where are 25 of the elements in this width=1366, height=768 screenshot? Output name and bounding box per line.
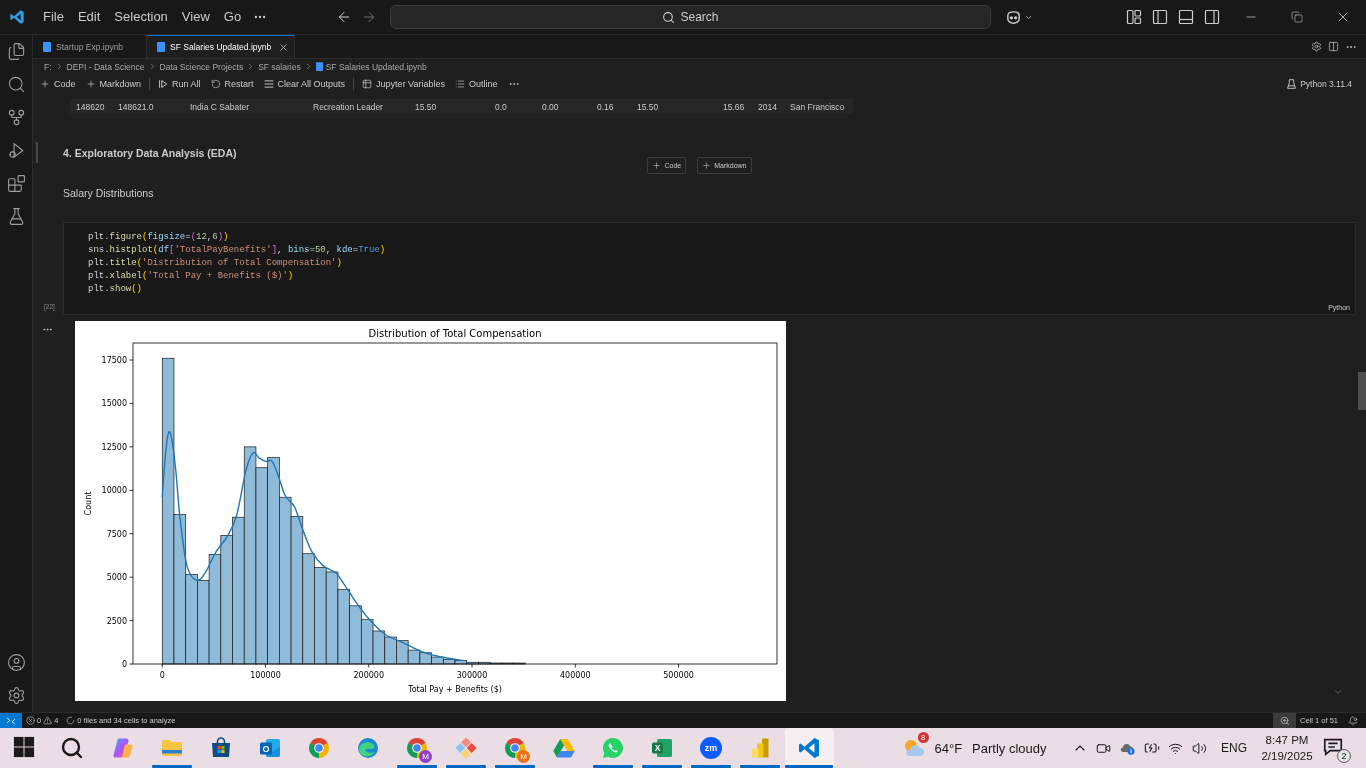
markdown-heading: 4. Exploratory Data Analysis (EDA)	[63, 146, 237, 159]
profile-badge: M	[517, 750, 530, 763]
code-line: plt.figure(figsize=(12,6))	[88, 231, 229, 244]
table-cell-text: 2014	[758, 101, 778, 112]
letter-circle-app-icon: zm	[699, 736, 723, 760]
notification-count-badge: 2	[1337, 749, 1351, 763]
code-line: plt.title('Distribution of Total Compensation')	[88, 257, 342, 270]
code-line: plt.xlabel('Total Pay + Benefits ($)')	[88, 270, 294, 283]
code-line: plt.show()	[88, 283, 143, 296]
table-cell-text: 0.16	[597, 101, 615, 112]
x-tick-label: 500000	[663, 671, 694, 680]
table-cell-text: 0.00	[542, 101, 560, 112]
table-cell-text: 148621.0	[118, 101, 155, 112]
profile-badge: M	[419, 750, 432, 763]
table-cell-text: 15.50	[637, 101, 660, 112]
table-cell-text: 15.66	[723, 101, 746, 112]
code-line: sns.histplot(df['TotalPayBenefits'], bins=50, kde=True)	[88, 244, 386, 257]
markdown-text: Salary Distributions	[63, 186, 154, 199]
table-cell-text: India C Sabater	[190, 101, 251, 112]
table-cell-text: 15.50	[415, 101, 438, 112]
table-cell-text: 148620	[76, 101, 106, 112]
x-tick-label: 400000	[560, 671, 591, 680]
table-cell-text: San Francisco	[790, 101, 846, 112]
table-cell-text: 0.0	[495, 101, 508, 112]
table-cell-text: Recreation Leader	[313, 101, 384, 112]
